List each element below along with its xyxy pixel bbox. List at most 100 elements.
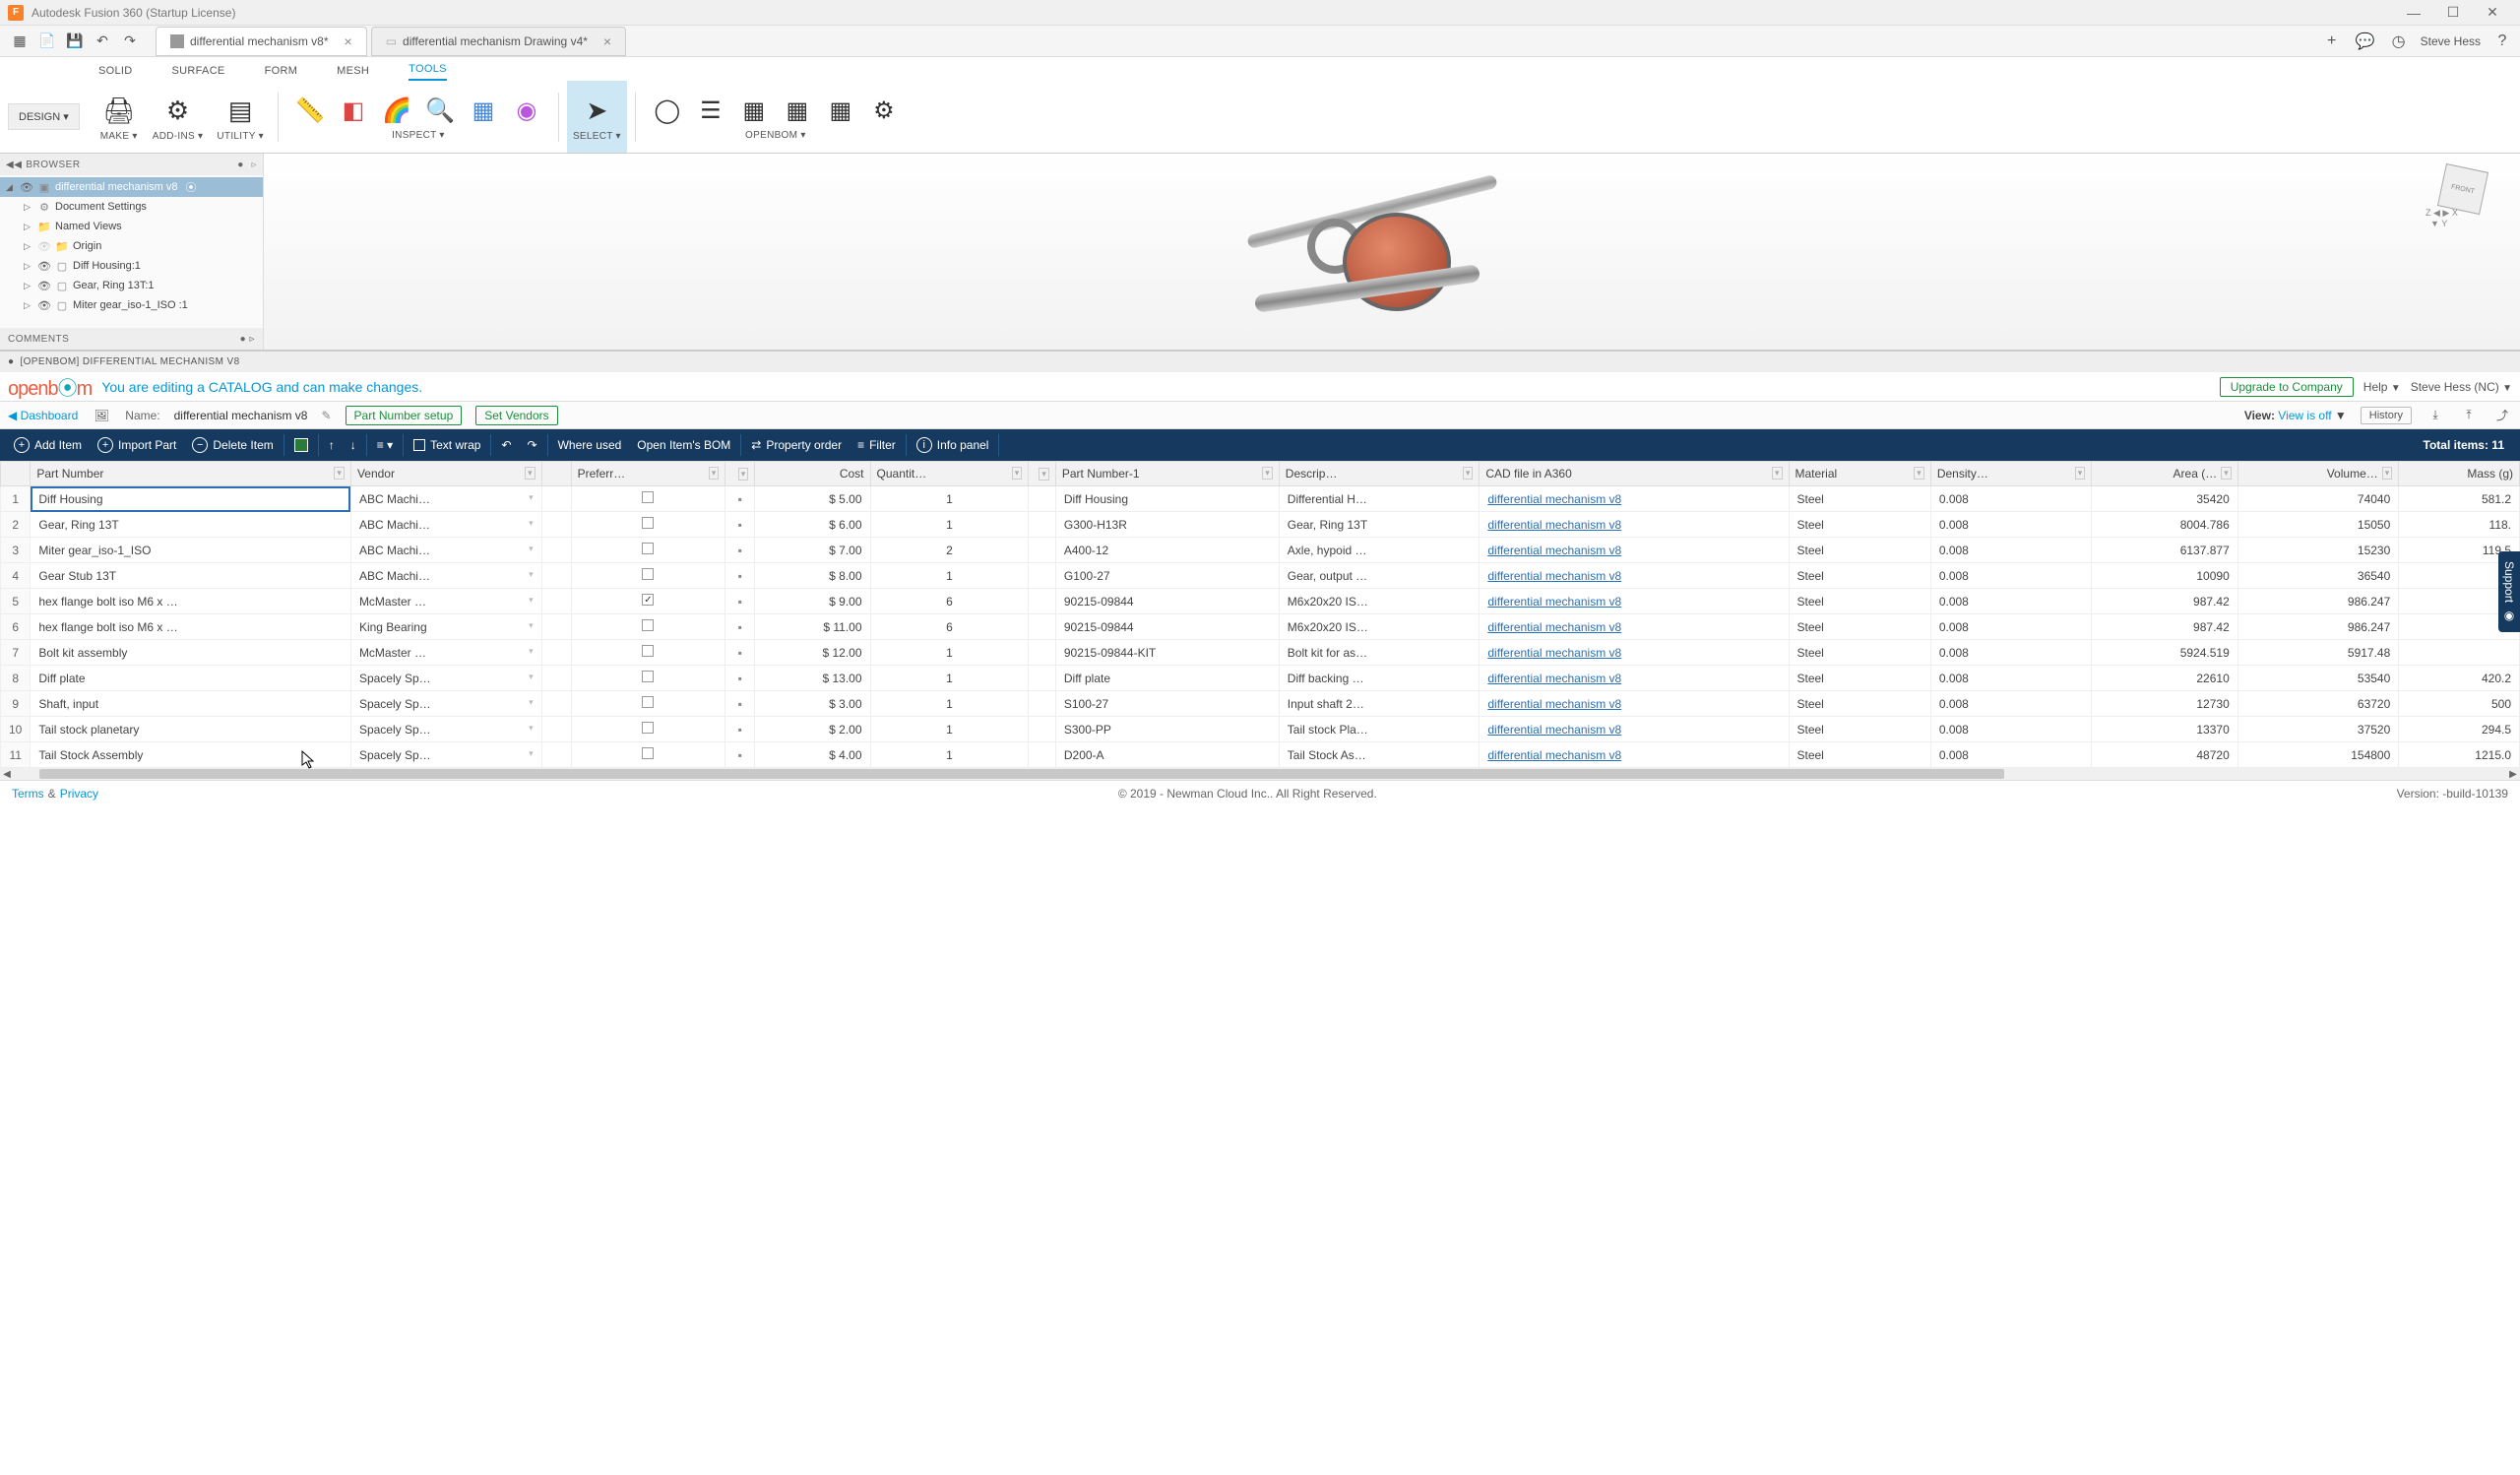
help-icon[interactable]: ? [2490, 30, 2514, 53]
cell-part-number-1[interactable]: D200-A [1055, 742, 1279, 768]
openbom-gear-icon[interactable]: ⚙ [866, 93, 902, 128]
cell-part-number[interactable]: Diff Housing [31, 486, 351, 512]
col-blank3[interactable]: ▾ [1029, 462, 1056, 486]
help-link[interactable]: Help ▼ [2363, 380, 2401, 394]
cell-reserved[interactable] [541, 538, 571, 563]
history-button[interactable]: History [2361, 407, 2412, 424]
table-row[interactable]: 6 hex flange bolt iso M6 x … King Bearin… [1, 614, 2520, 640]
cell-area[interactable]: 8004.786 [2092, 512, 2237, 538]
openbom-grid1-icon[interactable]: ▦ [736, 93, 772, 128]
cell-part-number[interactable]: Gear Stub 13T [31, 563, 351, 589]
cell-vendor[interactable]: ABC Machi… ▾ [350, 512, 541, 538]
cell-volume[interactable]: 986.247 [2237, 589, 2399, 614]
ribbon-group-make[interactable]: 🖨 MAKE ▾ [94, 81, 145, 153]
cell-material[interactable]: Steel [1789, 563, 1930, 589]
text-wrap-button[interactable]: Text wrap [406, 429, 488, 461]
cell-cost[interactable]: $ 9.00 [755, 589, 870, 614]
col-part-number-1[interactable]: Part Number-1▾ [1055, 462, 1279, 486]
ribbon-group-addins[interactable]: ⚙ ADD-INS ▾ [147, 81, 210, 153]
cell-preferred[interactable] [571, 691, 725, 717]
zebra-icon[interactable]: 🔍 [422, 93, 458, 128]
horizontal-scrollbar[interactable]: ◀ ▶ [0, 768, 2520, 780]
cell-material[interactable]: Steel [1789, 538, 1930, 563]
cell-part-number-1[interactable]: Diff plate [1055, 666, 1279, 691]
table-row[interactable]: 10 Tail stock planetary Spacely Sp… ▾ ▪ … [1, 717, 2520, 742]
cell-mass[interactable]: 500 [2399, 691, 2520, 717]
cell-reserved2[interactable] [1029, 742, 1056, 768]
measure-icon[interactable]: 📏 [292, 93, 328, 128]
minimize-button[interactable]: — [2394, 1, 2433, 25]
col-part-number[interactable]: Part Number▾ [31, 462, 351, 486]
cell-part-number[interactable]: Miter gear_iso-1_ISO [31, 538, 351, 563]
tab-close-icon[interactable]: × [345, 33, 352, 49]
col-density[interactable]: Density…▾ [1930, 462, 2092, 486]
cell-reserved2[interactable] [1029, 717, 1056, 742]
cell-preferred[interactable] [571, 640, 725, 666]
cell-part-number-1[interactable]: S100-27 [1055, 691, 1279, 717]
undo-button[interactable]: ↶ [493, 429, 519, 461]
filter-button[interactable]: ≡ Filter [850, 429, 904, 461]
cell-thumbnail[interactable]: ▪ [725, 640, 755, 666]
image-icon[interactable]: 🖼 [92, 406, 111, 425]
cell-preferred[interactable] [571, 538, 725, 563]
sort-up-button[interactable]: ↑ [321, 429, 343, 461]
cell-cost[interactable]: $ 11.00 [755, 614, 870, 640]
cell-density[interactable]: 0.008 [1930, 486, 2092, 512]
terms-link[interactable]: Terms [12, 787, 44, 801]
cell-cost[interactable]: $ 3.00 [755, 691, 870, 717]
cell-density[interactable]: 0.008 [1930, 589, 2092, 614]
cell-description[interactable]: M6x20x20 IS… [1279, 614, 1480, 640]
col-material[interactable]: Material▾ [1789, 462, 1930, 486]
support-tab[interactable]: Support◉ [2498, 551, 2520, 632]
col-blank1[interactable] [541, 462, 571, 486]
cell-cad-link[interactable]: differential mechanism v8 [1480, 614, 1789, 640]
cell-part-number[interactable]: Bolt kit assembly [31, 640, 351, 666]
property-order-button[interactable]: ⇄ Property order [743, 429, 850, 461]
redo-icon[interactable]: ↷ [116, 30, 144, 53]
cell-vendor[interactable]: ABC Machi… ▾ [350, 563, 541, 589]
cell-density[interactable]: 0.008 [1930, 563, 2092, 589]
cell-vendor[interactable]: ABC Machi… ▾ [350, 486, 541, 512]
cell-vendor[interactable]: Spacely Sp… ▾ [350, 666, 541, 691]
workspace-dropdown[interactable]: DESIGN ▾ [8, 103, 80, 130]
cell-preferred[interactable] [571, 486, 725, 512]
document-tab-active[interactable]: differential mechanism v8* × [156, 27, 367, 56]
cell-area[interactable]: 987.42 [2092, 589, 2237, 614]
apps-grid-icon[interactable]: ▦ [6, 30, 33, 53]
cell-volume[interactable]: 37520 [2237, 717, 2399, 742]
cell-cad-link[interactable]: differential mechanism v8 [1480, 666, 1789, 691]
tab-solid[interactable]: SOLID [98, 65, 133, 81]
cell-reserved2[interactable] [1029, 538, 1056, 563]
set-vendors-button[interactable]: Set Vendors [475, 406, 557, 425]
sort-down-button[interactable]: ↓ [343, 429, 364, 461]
table-row[interactable]: 7 Bolt kit assembly McMaster … ▾ ▪ $ 12.… [1, 640, 2520, 666]
new-tab-button[interactable]: + [2320, 30, 2344, 53]
cell-preferred[interactable] [571, 563, 725, 589]
close-button[interactable]: ✕ [2473, 1, 2512, 25]
cell-cost[interactable]: $ 2.00 [755, 717, 870, 742]
cell-preferred[interactable] [571, 717, 725, 742]
cell-quantity[interactable]: 6 [870, 589, 1029, 614]
collapse-browser-icon[interactable]: ● [233, 160, 247, 170]
cell-description[interactable]: Input shaft 2… [1279, 691, 1480, 717]
table-row[interactable]: 5 hex flange bolt iso M6 x … McMaster … … [1, 589, 2520, 614]
cell-part-number[interactable]: hex flange bolt iso M6 x … [31, 589, 351, 614]
cell-reserved2[interactable] [1029, 614, 1056, 640]
grid-view-button[interactable] [286, 429, 316, 461]
component-color-icon[interactable]: ◉ [509, 93, 544, 128]
cell-mass[interactable]: 118. [2399, 512, 2520, 538]
notifications-icon[interactable]: 💬 [2354, 30, 2377, 53]
tree-item-diff-housing[interactable]: ▷👁▢Diff Housing:1 [0, 256, 263, 276]
table-row[interactable]: 8 Diff plate Spacely Sp… ▾ ▪ $ 13.00 1 D… [1, 666, 2520, 691]
table-row[interactable]: 4 Gear Stub 13T ABC Machi… ▾ ▪ $ 8.00 1 … [1, 563, 2520, 589]
cell-area[interactable]: 35420 [2092, 486, 2237, 512]
cell-material[interactable]: Steel [1789, 691, 1930, 717]
cell-thumbnail[interactable]: ▪ [725, 666, 755, 691]
cell-part-number[interactable]: Gear, Ring 13T [31, 512, 351, 538]
cell-material[interactable]: Steel [1789, 589, 1930, 614]
import-part-button[interactable]: +Import Part [90, 429, 184, 461]
col-blank2[interactable]: ▾ [725, 462, 755, 486]
cell-volume[interactable]: 15230 [2237, 538, 2399, 563]
cell-cad-link[interactable]: differential mechanism v8 [1480, 486, 1789, 512]
cell-area[interactable]: 10090 [2092, 563, 2237, 589]
